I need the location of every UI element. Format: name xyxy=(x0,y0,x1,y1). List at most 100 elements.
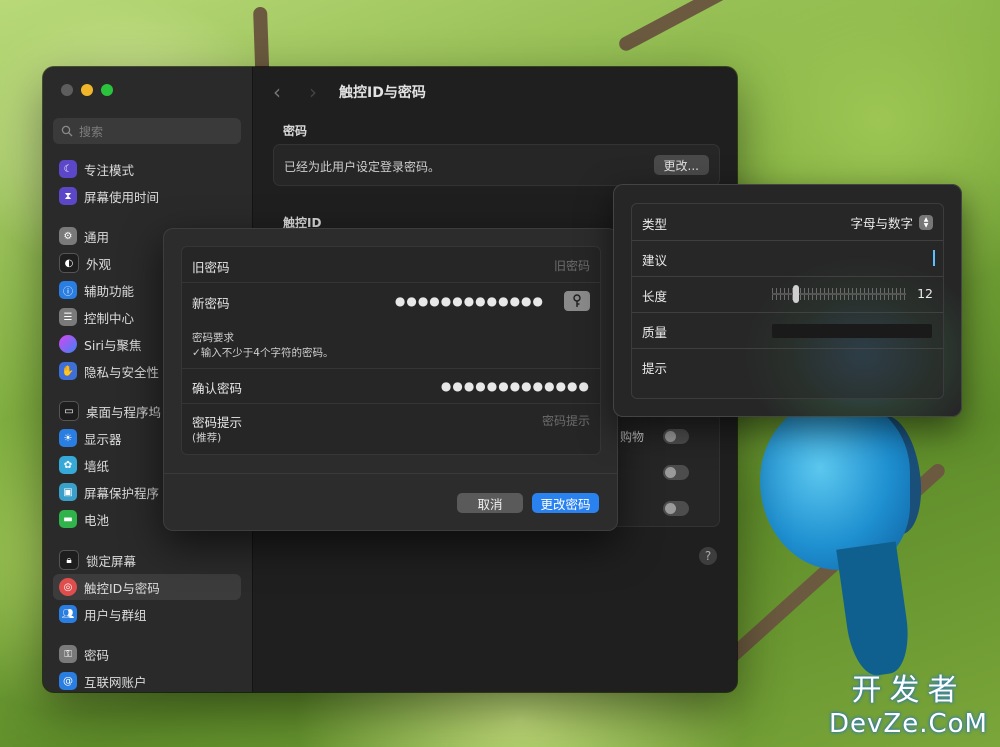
sidebar-item-label: 墙纸 xyxy=(84,458,110,474)
appearance-icon: ◐ xyxy=(59,253,79,273)
quality-bar xyxy=(772,324,932,338)
minimize-button[interactable] xyxy=(81,84,93,96)
confirm-password-input[interactable]: ●●●●●●●●●●●●● xyxy=(441,379,590,393)
hand-icon: ✋ xyxy=(59,362,77,380)
hint-label: 提示 xyxy=(642,361,668,376)
sidebar-item-passwords[interactable]: ⚿ 密码 xyxy=(53,641,241,667)
sidebar-item-label: 控制中心 xyxy=(84,310,135,326)
suggestion-input[interactable] xyxy=(933,250,935,266)
hint-row: 提示 xyxy=(632,348,943,384)
fingerprint-icon: ◎ xyxy=(59,578,77,596)
quality-label: 质量 xyxy=(642,325,668,340)
old-password-label: 旧密码 xyxy=(192,260,230,275)
sidebar-item-label: 互联网账户 xyxy=(84,674,147,690)
password-hint-input[interactable]: 密码提示 xyxy=(542,412,590,429)
hourglass-icon: ⧗ xyxy=(59,187,77,205)
partial-row-label: 购物 xyxy=(620,430,645,444)
requirements-row: 密码要求 ✓输入不少于4个字符的密码。 xyxy=(182,318,600,369)
users-icon: 👥︎ xyxy=(59,605,77,623)
search-field[interactable]: 搜索 xyxy=(53,118,241,144)
sidebar-item-focus[interactable]: ☾ 专注模式 xyxy=(53,156,241,182)
sidebar-item-label: 屏幕保护程序 xyxy=(84,485,160,501)
type-row[interactable]: 类型 字母与数字 ▲ ▼ xyxy=(632,204,943,241)
watermark-line1: 开发者 xyxy=(851,673,966,708)
requirement-title: 密码要求 xyxy=(192,332,234,344)
sun-icon: ☀ xyxy=(59,429,77,447)
sidebar-item-label: 电池 xyxy=(84,512,110,528)
dialog-divider xyxy=(163,473,618,474)
gear-icon: ⚙ xyxy=(59,227,77,245)
flower-icon: ✿ xyxy=(59,456,77,474)
length-slider-knob[interactable] xyxy=(793,285,800,303)
help-button[interactable]: ? xyxy=(699,547,717,565)
accessibility-icon: ⓘ xyxy=(59,281,77,299)
sidebar-item-label: 通用 xyxy=(84,229,110,245)
password-form: 旧密码 旧密码 新密码 ●●●●●●●●●●●●● 密码要求 ✓输入不少于4个字… xyxy=(181,246,601,455)
confirm-password-label: 确认密码 xyxy=(192,381,243,396)
at-icon: @ xyxy=(59,672,77,690)
new-password-input[interactable]: ●●●●●●●●●●●●● xyxy=(395,294,544,308)
password-hint-sublabel: (推荐) xyxy=(192,432,222,444)
sidebar-item-screen-time[interactable]: ⧗ 屏幕使用时间 xyxy=(53,183,241,209)
length-slider[interactable] xyxy=(772,293,906,295)
watermark-line2: DevZe.CoM xyxy=(829,709,988,739)
sidebar-item-label: 屏幕使用时间 xyxy=(84,189,160,205)
search-placeholder: 搜索 xyxy=(79,124,104,139)
battery-icon: ▬ xyxy=(59,510,77,528)
sidebar-item-users-groups[interactable]: 👥︎ 用户与群组 xyxy=(53,601,241,627)
siri-icon xyxy=(59,335,77,353)
sidebar-item-label: Siri与聚焦 xyxy=(84,337,142,353)
sidebar-item-label: 专注模式 xyxy=(84,162,135,178)
password-section-label: 密码 xyxy=(283,124,308,138)
quality-row: 质量 xyxy=(632,312,943,349)
close-button[interactable] xyxy=(61,84,73,96)
old-password-input[interactable]: 旧密码 xyxy=(554,257,590,274)
back-chevron-icon[interactable]: ‹ xyxy=(273,80,281,104)
password-assistant-popover: 类型 字母与数字 ▲ ▼ 建议 长度 12 质量 提示 xyxy=(613,184,962,417)
forward-chevron-icon[interactable]: › xyxy=(309,80,317,104)
old-password-row[interactable]: 旧密码 旧密码 xyxy=(182,247,600,283)
toggle-option-3[interactable] xyxy=(663,501,689,516)
confirm-password-row[interactable]: 确认密码 ●●●●●●●●●●●●● xyxy=(182,368,600,404)
key-icon: ⚿ xyxy=(59,645,77,663)
sidebar-item-label: 锁定屏幕 xyxy=(86,553,137,569)
sidebar-item-label: 触控ID与密码 xyxy=(84,580,160,596)
moon-icon: ☾ xyxy=(59,160,77,178)
password-hint-label: 密码提示 xyxy=(192,415,243,430)
password-hint-row[interactable]: 密码提示 (推荐) 密码提示 xyxy=(182,404,600,454)
sidebar-item-touchid-password[interactable]: ◎ 触控ID与密码 xyxy=(53,574,241,600)
type-select[interactable]: 字母与数字 ▲ ▼ xyxy=(850,213,933,232)
dock-icon: ▭ xyxy=(59,401,79,421)
password-card: 已经为此用户设定登录密码。 更改... xyxy=(273,144,720,186)
screensaver-icon: ▣ xyxy=(59,483,77,501)
sidebar-item-lock-screen[interactable]: 🔒︎ 锁定屏幕 xyxy=(53,547,241,573)
assistant-form: 类型 字母与数字 ▲ ▼ 建议 长度 12 质量 提示 xyxy=(631,203,944,399)
change-password-confirm-button[interactable]: 更改密码 xyxy=(532,493,599,513)
sidebar-item-label: 密码 xyxy=(84,647,110,663)
new-password-label: 新密码 xyxy=(192,296,230,311)
change-password-button[interactable]: 更改... xyxy=(653,155,709,175)
password-status-text: 已经为此用户设定登录密码。 xyxy=(284,160,441,174)
sidebar-item-internet-accounts[interactable]: @ 互联网账户 xyxy=(53,668,241,692)
requirement-text: ✓输入不少于4个字符的密码。 xyxy=(192,347,334,359)
type-value: 字母与数字 xyxy=(850,216,913,231)
control-center-icon: ☰ xyxy=(59,308,77,326)
sidebar-item-label: 隐私与安全性 xyxy=(84,364,160,380)
new-password-row[interactable]: 新密码 ●●●●●●●●●●●●● xyxy=(182,283,600,318)
bird-tail xyxy=(836,541,914,679)
lock-icon: 🔒︎ xyxy=(59,550,79,570)
length-row[interactable]: 长度 12 xyxy=(632,276,943,313)
window-controls xyxy=(61,84,113,96)
suggestion-label: 建议 xyxy=(642,253,668,268)
toggle-option-2[interactable] xyxy=(663,465,689,480)
password-assistant-button[interactable] xyxy=(564,291,590,311)
sidebar-item-label: 辅助功能 xyxy=(84,283,135,299)
cancel-button[interactable]: 取消 xyxy=(457,493,523,513)
length-label: 长度 xyxy=(642,289,668,304)
suggestion-row[interactable]: 建议 xyxy=(632,240,943,277)
zoom-button[interactable] xyxy=(101,84,113,96)
toggle-purchases[interactable] xyxy=(663,429,689,444)
key-icon xyxy=(573,294,581,307)
sidebar-item-label: 显示器 xyxy=(84,431,122,447)
sidebar-item-label: 外观 xyxy=(86,256,112,272)
